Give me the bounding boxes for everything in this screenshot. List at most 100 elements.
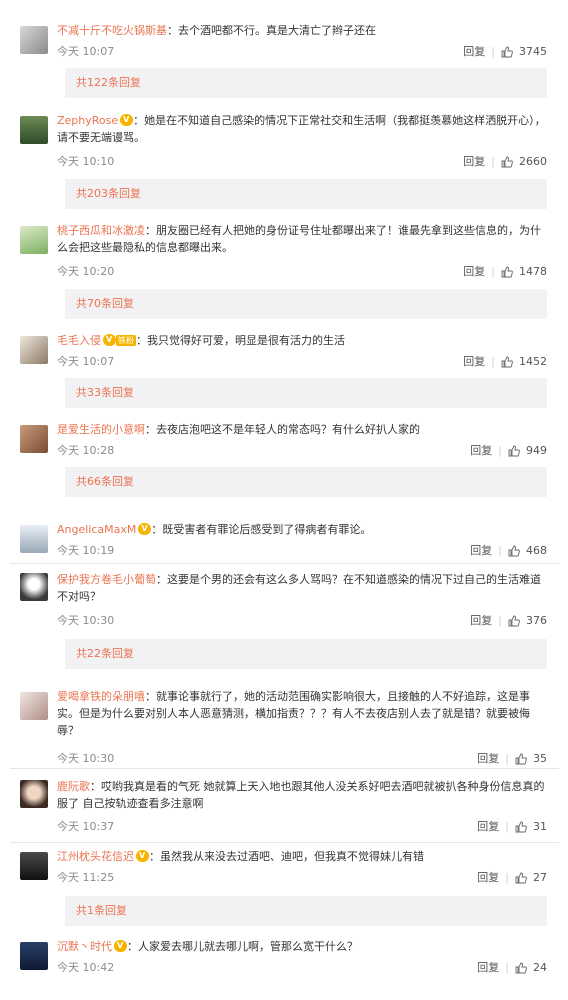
divider: | bbox=[491, 265, 495, 278]
thumbs-up-icon[interactable] bbox=[515, 872, 527, 884]
thumbs-up-icon[interactable] bbox=[508, 445, 520, 457]
comment-time: 今天 11:25 bbox=[57, 871, 115, 884]
thumbs-up-icon[interactable] bbox=[501, 46, 513, 58]
divider bbox=[10, 842, 559, 843]
thumbs-up-icon[interactable] bbox=[515, 753, 527, 765]
divider: | bbox=[498, 444, 502, 457]
view-replies-link[interactable]: 共70条回复 bbox=[65, 289, 547, 319]
avatar[interactable] bbox=[20, 26, 48, 54]
comment-item: 保护我方卷毛小葡萄：这要是个男的还会有这么多人骂吗？在不知道感染的情况下过自己的… bbox=[10, 569, 559, 669]
verified-badge-icon bbox=[114, 940, 127, 952]
comment-item: 江州枕头花信迟 ：虽然我从来没去过酒吧、迪吧，但我真不觉得妹儿有错 今天 11:2… bbox=[10, 848, 559, 932]
comment-screenshot: 不减十斤不吃火锅斯基：去个酒吧都不行。真是大清亡了辫子还在 今天 10:07 回… bbox=[0, 0, 568, 1000]
verified-badge-icon bbox=[138, 523, 152, 535]
reply-button[interactable]: 回复 bbox=[477, 960, 499, 976]
comment-item: 不减十斤不吃火锅斯基：去个酒吧都不行。真是大清亡了辫子还在 今天 10:07 回… bbox=[10, 22, 559, 102]
reply-button[interactable]: 回复 bbox=[477, 751, 499, 767]
avatar[interactable] bbox=[20, 525, 48, 553]
username[interactable]: 沉默丶时代 bbox=[57, 940, 112, 953]
thumbs-up-icon[interactable] bbox=[508, 615, 520, 627]
comment-item: AngelicaMaxM ：既受害者有罪论后感受到了得病者有罪论。 今天 10:1… bbox=[10, 521, 559, 566]
divider bbox=[10, 563, 559, 564]
like-count: 35 bbox=[533, 752, 547, 765]
reply-button[interactable]: 回复 bbox=[477, 870, 499, 886]
avatar[interactable] bbox=[20, 852, 48, 880]
like-count: 1452 bbox=[519, 355, 547, 368]
reply-button[interactable]: 回复 bbox=[470, 543, 492, 559]
comment-card: AngelicaMaxM ：既受害者有罪论后感受到了得病者有罪论。 今天 10:1… bbox=[10, 511, 559, 671]
like-count: 27 bbox=[533, 871, 547, 884]
thumbs-up-icon[interactable] bbox=[501, 156, 513, 168]
comment-time: 今天 10:10 bbox=[57, 155, 115, 168]
reply-button[interactable]: 回复 bbox=[463, 154, 485, 170]
like-count: 24 bbox=[533, 961, 547, 974]
view-replies-link[interactable]: 共33条回复 bbox=[65, 378, 547, 408]
reply-button[interactable]: 回复 bbox=[470, 443, 492, 459]
username[interactable]: 爱喝拿铁的朵朋嘻 bbox=[57, 690, 145, 703]
username[interactable]: 是爱生活的小意啊 bbox=[57, 423, 145, 436]
divider: | bbox=[505, 752, 509, 765]
reply-button[interactable]: 回复 bbox=[463, 44, 485, 60]
username[interactable]: 毛毛入侵 bbox=[57, 334, 101, 347]
comment-time: 今天 10:07 bbox=[57, 45, 115, 58]
username[interactable]: 江州枕头花信迟 bbox=[57, 850, 134, 863]
view-replies-link[interactable]: 共122条回复 bbox=[65, 68, 547, 98]
like-count: 3745 bbox=[519, 45, 547, 58]
comment-item: 是爱生活的小意啊：去夜店泡吧这不是年轻人的常态吗？有什么好扒人家的 今天 10:… bbox=[10, 421, 559, 501]
divider: | bbox=[491, 355, 495, 368]
thumbs-up-icon[interactable] bbox=[515, 821, 527, 833]
comment-item: 桃子西瓜和冰激凌：朋友圈已经有人把她的身份证号住址都曝出来了！谁最先拿到这些信息… bbox=[10, 220, 559, 325]
comment-card: 不减十斤不吃火锅斯基：去个酒吧都不行。真是大清亡了辫子还在 今天 10:07 回… bbox=[10, 10, 559, 502]
comment-text: ：我只觉得好可爱，明显是很有活力的生活 bbox=[136, 334, 345, 347]
reply-button[interactable]: 回复 bbox=[463, 264, 485, 280]
comment-item: ZephyRose：她是在不知道自己感染的情况下正常社交和生活啊（我都挺羡慕她这… bbox=[10, 110, 559, 215]
reply-button[interactable]: 回复 bbox=[463, 354, 485, 370]
like-count: 949 bbox=[526, 444, 547, 457]
divider: | bbox=[505, 961, 509, 974]
comment-text: ：人家爱去哪儿就去哪儿啊，管那么宽干什么？ bbox=[127, 940, 358, 953]
username[interactable]: 不减十斤不吃火锅斯基 bbox=[57, 24, 167, 37]
reply-button[interactable]: 回复 bbox=[477, 819, 499, 835]
comment-time: 今天 10:37 bbox=[57, 820, 115, 833]
avatar[interactable] bbox=[20, 942, 48, 970]
comment-item: 爱喝拿铁的朵朋嘻：就事论事就行了，她的活动范围确实影响很大，且接触的人不好追踪，… bbox=[10, 688, 559, 772]
avatar[interactable] bbox=[20, 692, 48, 720]
view-replies-link[interactable]: 共66条回复 bbox=[65, 467, 547, 497]
comment-time: 今天 10:30 bbox=[57, 752, 115, 765]
divider: | bbox=[498, 614, 502, 627]
comment-time: 今天 10:30 bbox=[57, 614, 115, 627]
avatar[interactable] bbox=[20, 780, 48, 808]
divider: | bbox=[491, 155, 495, 168]
thumbs-up-icon[interactable] bbox=[501, 266, 513, 278]
like-count: 376 bbox=[526, 614, 547, 627]
view-replies-link[interactable]: 共203条回复 bbox=[65, 179, 547, 209]
avatar[interactable] bbox=[20, 336, 48, 364]
comment-card: 爱喝拿铁的朵朋嘻：就事论事就行了，她的活动范围确实影响很大，且接触的人不好追踪，… bbox=[10, 680, 559, 992]
comment-item: 毛毛入侵 铁粉：我只觉得好可爱，明显是很有活力的生活 今天 10:07 回复 | 14… bbox=[10, 332, 559, 414]
comment-panel-2: AngelicaMaxM ：既受害者有罪论后感受到了得病者有罪论。 今天 10:1… bbox=[10, 511, 559, 671]
comment-text: ：既受害者有罪论后感受到了得病者有罪论。 bbox=[151, 523, 372, 536]
username[interactable]: AngelicaMaxM bbox=[57, 523, 136, 536]
thumbs-up-icon[interactable] bbox=[501, 356, 513, 368]
comment-time: 今天 10:28 bbox=[57, 444, 115, 457]
username[interactable]: 鹿阮歌 bbox=[57, 780, 90, 793]
verified-badge-icon bbox=[103, 334, 116, 346]
username[interactable]: 桃子西瓜和冰激凌 bbox=[57, 224, 145, 237]
comment-time: 今天 10:20 bbox=[57, 265, 115, 278]
comment-item: 沉默丶时代 ：人家爱去哪儿就去哪儿啊，管那么宽干什么？ 今天 10:42 回复 | 2… bbox=[10, 936, 559, 986]
avatar[interactable] bbox=[20, 425, 48, 453]
divider: | bbox=[505, 820, 509, 833]
username[interactable]: 保护我方卷毛小葡萄 bbox=[57, 573, 156, 586]
thumbs-up-icon[interactable] bbox=[515, 962, 527, 974]
like-count: 1478 bbox=[519, 265, 547, 278]
reply-button[interactable]: 回复 bbox=[470, 613, 492, 629]
thumbs-up-icon[interactable] bbox=[508, 545, 520, 557]
avatar[interactable] bbox=[20, 116, 48, 144]
avatar[interactable] bbox=[20, 573, 48, 601]
divider: | bbox=[498, 544, 502, 557]
comment-panel-1: 不减十斤不吃火锅斯基：去个酒吧都不行。真是大清亡了辫子还在 今天 10:07 回… bbox=[10, 10, 559, 502]
view-replies-link[interactable]: 共1条回复 bbox=[65, 896, 547, 926]
username[interactable]: ZephyRose bbox=[57, 114, 118, 127]
view-replies-link[interactable]: 共22条回复 bbox=[65, 639, 547, 669]
avatar[interactable] bbox=[20, 226, 48, 254]
